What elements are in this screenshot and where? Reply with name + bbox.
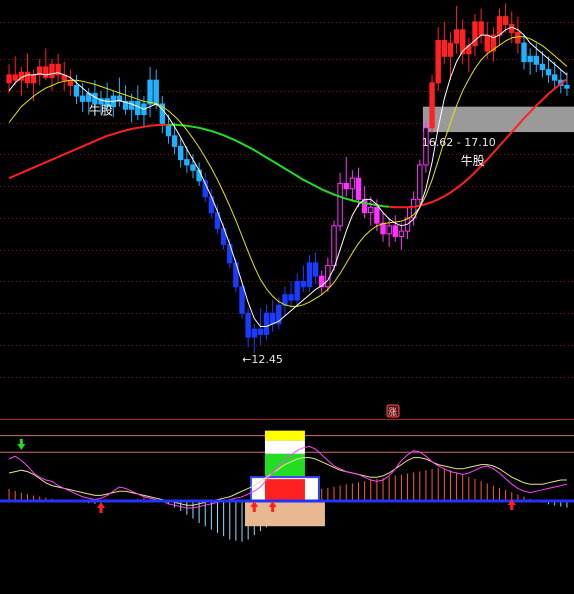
candle-body: [331, 225, 337, 267]
signal-bar-yellow: [264, 430, 305, 441]
candle-body: [288, 294, 294, 301]
signal-bar-white: [264, 440, 305, 454]
candle-body: [165, 124, 172, 137]
candle-body: [368, 206, 374, 214]
bull-label: 牛股: [89, 103, 113, 118]
candle-body: [502, 16, 509, 26]
candle-body: [343, 182, 349, 190]
candle-body: [392, 225, 398, 237]
rise-badge: 涨: [388, 407, 397, 418]
candle-body: [306, 262, 313, 288]
candle-body: [551, 74, 558, 81]
candle-body: [92, 92, 98, 105]
candle-body: [337, 182, 343, 227]
candle-body: [227, 243, 233, 264]
candle-body: [43, 66, 49, 79]
ma-long-line: [8, 123, 169, 180]
chart-root: 牛股 牛股 ←12.45 16.62 - 17.10 涨: [0, 0, 574, 594]
candle-body: [515, 31, 521, 44]
candle-body: [386, 225, 392, 235]
candle-body: [441, 39, 448, 57]
candle-body: [435, 39, 441, 84]
candle-body: [447, 42, 454, 57]
candle-body: [564, 84, 570, 89]
candle-body: [496, 16, 503, 36]
candle-body: [153, 79, 159, 105]
bull-label: 牛股: [461, 153, 485, 168]
candle-body: [349, 177, 356, 190]
band-range-label: 16.62 - 17.10: [422, 136, 496, 149]
candle-body: [263, 312, 270, 335]
price-chart: 牛股牛股←12.4516.62 - 17.10涨: [0, 3, 574, 420]
candle-body: [380, 222, 386, 235]
candle-body: [30, 74, 37, 84]
candle-body: [128, 100, 135, 110]
candle-body: [374, 206, 380, 224]
candle-body: [73, 84, 80, 97]
candle-body: [300, 280, 307, 288]
oscillator-chart: [0, 430, 574, 542]
candle-body: [521, 42, 527, 63]
candle-body: [478, 21, 484, 36]
signal-bar-tan: [244, 501, 325, 527]
candle-body: [49, 63, 55, 79]
candle-body: [312, 262, 319, 277]
candle-body: [6, 74, 12, 84]
candle-body: [325, 265, 331, 288]
candle-body: [355, 177, 362, 200]
candle-body: [269, 312, 276, 325]
candle-body: [196, 169, 202, 182]
candle-body: [509, 24, 515, 33]
candle-body: [545, 69, 552, 76]
candle-body: [24, 71, 31, 84]
signal-bar-red: [264, 479, 305, 501]
candle-body: [453, 29, 460, 44]
candle-body: [398, 230, 405, 237]
band-zone: [422, 106, 574, 133]
candle-body: [135, 100, 141, 116]
candle-body: [178, 145, 184, 161]
candle-body: [79, 95, 86, 102]
candle-body: [12, 74, 18, 81]
candle-body: [429, 82, 435, 129]
candle-body: [527, 55, 533, 63]
candle-body: [184, 159, 190, 166]
sell-arrow-icon: [17, 439, 26, 450]
candle-body: [484, 34, 490, 52]
candle-body: [239, 286, 245, 314]
candle-body: [257, 328, 264, 335]
candle-body: [294, 280, 300, 301]
candle-body: [171, 135, 178, 147]
candle-body: [245, 312, 251, 338]
candle-body: [533, 55, 539, 65]
candle-body: [539, 63, 546, 71]
candle-body: [147, 79, 153, 105]
candle-body: [417, 164, 423, 200]
candle-body: [190, 164, 196, 171]
candle-body: [251, 328, 257, 338]
buy-arrow-icon: [97, 502, 106, 513]
low-price-label: ←12.45: [242, 353, 283, 366]
